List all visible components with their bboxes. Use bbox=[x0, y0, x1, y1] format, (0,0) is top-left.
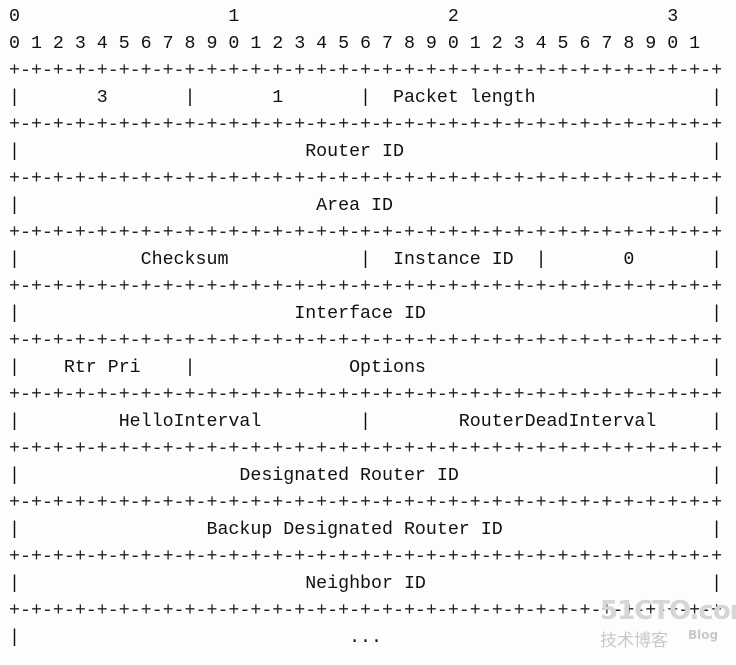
watermark-blog: Blog bbox=[688, 628, 719, 642]
bit-ruler-tens: 0 1 2 3 bbox=[9, 7, 679, 27]
row-border: +-+-+-+-+-+-+-+-+-+-+-+-+-+-+-+-+-+-+-+-… bbox=[9, 331, 723, 351]
row-border: +-+-+-+-+-+-+-+-+-+-+-+-+-+-+-+-+-+-+-+-… bbox=[9, 547, 723, 567]
row-border: +-+-+-+-+-+-+-+-+-+-+-+-+-+-+-+-+-+-+-+-… bbox=[9, 169, 723, 189]
row-border: +-+-+-+-+-+-+-+-+-+-+-+-+-+-+-+-+-+-+-+-… bbox=[9, 493, 723, 513]
watermark-subtitle: 技术博客 bbox=[600, 631, 668, 651]
row-border: +-+-+-+-+-+-+-+-+-+-+-+-+-+-+-+-+-+-+-+-… bbox=[9, 277, 723, 297]
row-border: +-+-+-+-+-+-+-+-+-+-+-+-+-+-+-+-+-+-+-+-… bbox=[9, 439, 723, 459]
row-border: +-+-+-+-+-+-+-+-+-+-+-+-+-+-+-+-+-+-+-+-… bbox=[9, 601, 723, 621]
row-checksum-instance: | Checksum | Instance ID | 0 | bbox=[9, 250, 723, 270]
row-router-id: | Router ID | bbox=[9, 142, 723, 162]
row-backup-designated-router: | Backup Designated Router ID | bbox=[9, 520, 723, 540]
row-designated-router: | Designated Router ID | bbox=[9, 466, 723, 486]
row-interface-id: | Interface ID | bbox=[9, 304, 723, 324]
row-border: +-+-+-+-+-+-+-+-+-+-+-+-+-+-+-+-+-+-+-+-… bbox=[9, 61, 723, 81]
bit-ruler-ones: 0 1 2 3 4 5 6 7 8 9 0 1 2 3 4 5 6 7 8 9 … bbox=[9, 34, 701, 54]
row-border: +-+-+-+-+-+-+-+-+-+-+-+-+-+-+-+-+-+-+-+-… bbox=[9, 385, 723, 405]
row-border: +-+-+-+-+-+-+-+-+-+-+-+-+-+-+-+-+-+-+-+-… bbox=[9, 223, 723, 243]
row-border: +-+-+-+-+-+-+-+-+-+-+-+-+-+-+-+-+-+-+-+-… bbox=[9, 115, 723, 135]
row-continuation: | ... bbox=[9, 628, 382, 648]
row-intervals: | HelloInterval | RouterDeadInterval | bbox=[9, 412, 723, 432]
row-version-type-length: | 3 | 1 | Packet length | bbox=[9, 88, 723, 108]
row-priority-options: | Rtr Pri | Options | bbox=[9, 358, 723, 378]
row-area-id: | Area ID | bbox=[9, 196, 723, 216]
row-neighbor-id: | Neighbor ID | bbox=[9, 574, 723, 594]
packet-format-diagram: 0 1 2 3 0 1 2 3 4 5 6 7 8 9 0 1 2 3 4 5 … bbox=[0, 0, 736, 665]
